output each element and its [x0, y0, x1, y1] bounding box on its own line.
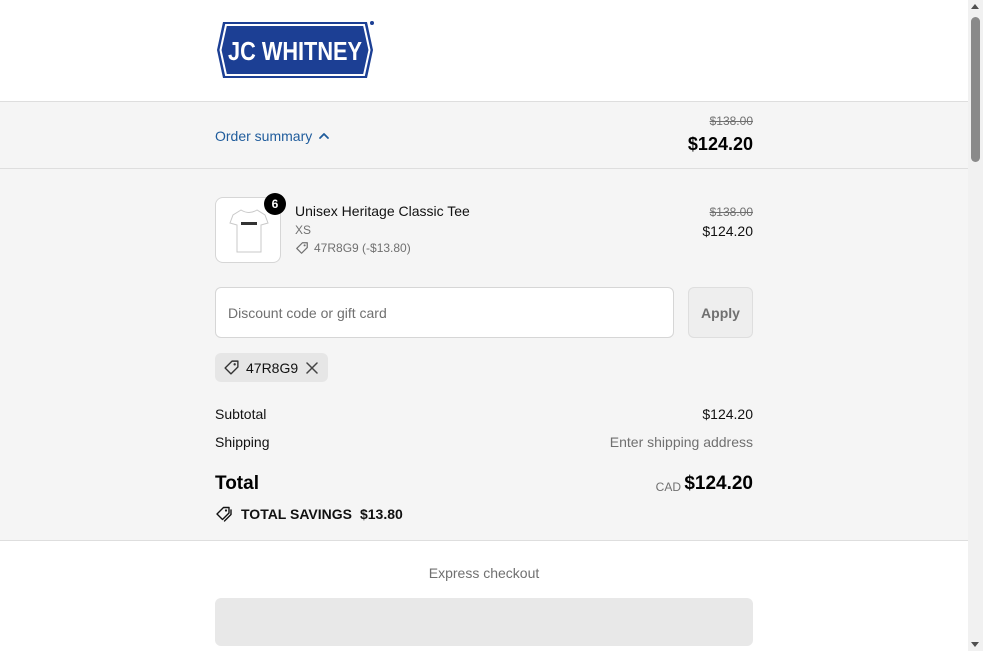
subtotal-value: $124.20	[702, 406, 753, 422]
express-checkout-label: Express checkout	[428, 565, 540, 581]
express-checkout-button[interactable]	[215, 598, 753, 646]
tshirt-icon	[229, 209, 269, 253]
product-price: $124.20	[702, 223, 753, 239]
shipping-label: Shipping	[215, 434, 270, 450]
tag-icon	[224, 360, 239, 375]
order-summary-bar: Order summary $138.00 $124.20	[0, 102, 968, 169]
logo-text: JC WHITNEY	[228, 36, 362, 66]
tags-icon	[216, 506, 232, 522]
shipping-value: Enter shipping address	[609, 434, 753, 450]
subtotal-label: Subtotal	[215, 406, 267, 422]
savings-label: TOTAL SAVINGS	[241, 506, 352, 522]
tag-icon	[296, 242, 308, 254]
product-original-price: $138.00	[709, 205, 753, 219]
scroll-down-arrow[interactable]	[971, 642, 979, 647]
total-value: $124.20	[684, 473, 753, 494]
checkout-page: JC WHITNEY Order summary $138.00 $124.20…	[0, 0, 968, 651]
scrollbar-thumb[interactable]	[971, 17, 980, 162]
order-summary-label: Order summary	[215, 128, 313, 144]
product-discount-line: 47R8G9 (-$13.80)	[295, 241, 411, 255]
apply-button[interactable]: Apply	[688, 287, 753, 338]
quantity-badge: 6	[264, 193, 286, 215]
product-variant: XS	[295, 223, 312, 237]
header: JC WHITNEY	[0, 0, 968, 102]
total-currency: CAD	[655, 480, 681, 494]
remove-code-button[interactable]	[306, 361, 318, 374]
summary-original-total: $138.00	[709, 114, 753, 128]
total-savings: TOTAL SAVINGS $13.80	[215, 505, 403, 523]
order-summary-toggle[interactable]: Order summary	[215, 128, 330, 144]
close-icon	[306, 361, 318, 374]
product-discount-text: 47R8G9 (-$13.80)	[314, 241, 411, 255]
savings-value: $13.80	[359, 506, 403, 522]
product-name: Unisex Heritage Classic Tee	[295, 203, 470, 219]
scrollbar[interactable]	[968, 0, 983, 651]
chevron-up-icon	[319, 133, 330, 139]
total-label: Total	[215, 473, 259, 494]
discount-code-input[interactable]	[215, 287, 674, 338]
order-details: 6 Unisex Heritage Classic Tee XS 47R8G9 …	[0, 169, 968, 541]
scroll-up-arrow[interactable]	[971, 4, 979, 9]
summary-discounted-total: $124.20	[687, 134, 753, 154]
applied-code-text: 47R8G9	[246, 359, 299, 376]
applied-code-chip: 47R8G9	[215, 353, 329, 382]
jc-whitney-logo[interactable]: JC WHITNEY	[215, 20, 375, 80]
